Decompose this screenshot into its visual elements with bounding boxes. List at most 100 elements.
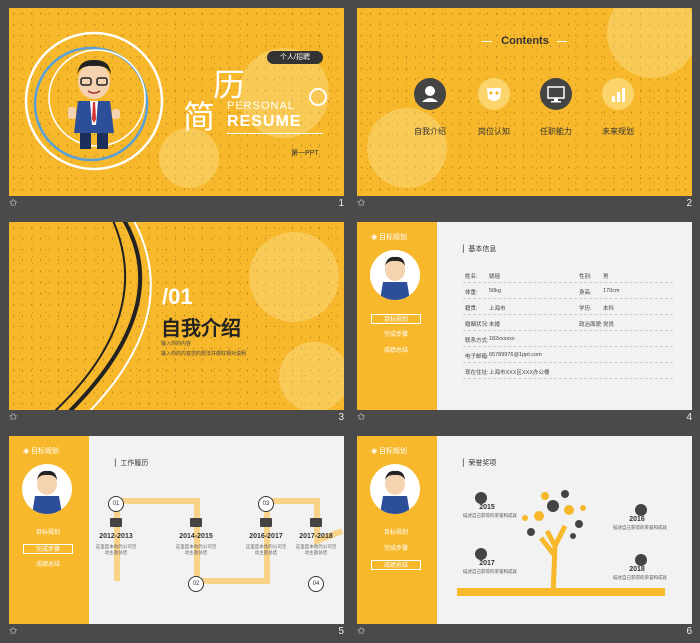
contents-item-2-circle[interactable]: [478, 78, 510, 110]
info-key: 性别:: [579, 274, 592, 280]
award-icon: [475, 548, 487, 560]
star-icon[interactable]: ✩: [357, 626, 365, 637]
section-heading: ▏工作履历: [115, 460, 149, 467]
contents-item-4-circle[interactable]: [602, 78, 634, 110]
info-value: 本科: [603, 306, 615, 312]
cartoon-man-icon: [68, 59, 120, 149]
background-bubble: [249, 232, 339, 322]
subtitle: 第一PPT: [291, 150, 319, 157]
step-text: 这里是本地的公司活动主题总结: [245, 544, 287, 555]
contents-title: Contents: [501, 35, 549, 47]
avatar: [370, 250, 420, 300]
sidebar-item-steps[interactable]: 完成步骤: [371, 544, 421, 554]
sidebar-item-summary[interactable]: 成绩总结: [23, 560, 73, 570]
sidebar: ◉ 目标规划 目标规划 完成步骤 成绩总结: [357, 436, 437, 624]
step-number-circle: 02: [188, 576, 204, 592]
info-key: 电子邮箱:: [465, 354, 489, 360]
sidebar-item-steps[interactable]: 完成步骤: [23, 544, 73, 554]
sidebar-title: ◉ 目标规划: [23, 448, 60, 455]
slide-5-thumbnail[interactable]: ◉ 目标规划 目标规划 完成步骤 成绩总结 ▏工作履历 01 2012-2013 这…: [9, 436, 344, 624]
info-value: 50kg: [489, 288, 501, 294]
star-icon[interactable]: ✩: [357, 412, 365, 423]
step-number-circle: 04: [308, 576, 324, 592]
slide-number: 5: [338, 626, 344, 637]
badge: 个人/招聘: [267, 51, 323, 64]
sidebar-item-summary[interactable]: 成绩总结: [371, 346, 421, 356]
sidebar-item-goal[interactable]: 目标规划: [23, 528, 73, 538]
award-icon: [635, 504, 647, 516]
user-icon: [422, 86, 438, 102]
star-icon[interactable]: ✩: [357, 198, 365, 209]
sidebar-item-summary[interactable]: 成绩总结: [371, 560, 421, 570]
info-value: 182xxxxxx: [489, 336, 515, 342]
title-rule-right: [557, 41, 567, 42]
step-year: 2012-2013: [99, 533, 133, 540]
info-key: 姓名:: [465, 274, 478, 280]
tree-icon: [522, 490, 586, 596]
star-icon[interactable]: ✩: [9, 626, 17, 637]
info-value: 姚瑶: [489, 274, 501, 280]
award-text: 描述自己获得的荣誉和成就: [463, 513, 517, 518]
arc-decoration: [54, 222, 152, 410]
info-key: 联系方式:: [465, 338, 489, 344]
title-english-1: PERSONAL: [227, 100, 295, 112]
info-value: 男: [603, 274, 609, 280]
slide-3-thumbnail[interactable]: /01 自我介绍 输入你的内容 输入你的内容您的想法并做好相对说明: [9, 222, 344, 410]
award-text: 描述自己获得的荣誉和成就: [463, 569, 517, 574]
avatar: [22, 464, 72, 514]
row-divider: [463, 346, 673, 347]
step-year: 2016-2017: [249, 533, 283, 540]
sidebar-item-steps[interactable]: 完成步骤: [371, 330, 421, 340]
contents-label-2[interactable]: 岗位认知: [469, 126, 519, 137]
contents-label-1[interactable]: 自我介绍: [405, 126, 455, 137]
cartoon-man-icon: [380, 256, 410, 300]
info-key: 学历:: [579, 306, 592, 312]
mask-icon: [487, 88, 501, 101]
slide-4-footer: ✩ 4: [357, 412, 692, 426]
cartoon-man-icon: [32, 470, 62, 514]
title-english-2: RESUME: [227, 113, 302, 130]
divider: [227, 133, 323, 134]
slide-5-footer: ✩ 5: [9, 626, 344, 640]
avatar: [370, 464, 420, 514]
contents-item-3-circle[interactable]: [540, 78, 572, 110]
info-key: 婚姻状况:: [465, 322, 489, 328]
slide-6-thumbnail[interactable]: ◉ 目标规划 目标规划 完成步骤 成绩总结 ▏荣誉奖项 2015 描述自己获得的荣…: [357, 436, 692, 624]
step-icon: [190, 518, 202, 527]
step-text: 这里是本地的公司活动主题总结: [295, 544, 337, 555]
star-icon[interactable]: ✩: [9, 412, 17, 423]
contents-label-4[interactable]: 未来规划: [593, 126, 643, 137]
info-key: 籍贯:: [465, 306, 478, 312]
contents-item-1-circle[interactable]: [414, 78, 446, 110]
sidebar-title: ◉ 目标规划: [371, 234, 408, 241]
slide-number: 4: [686, 412, 692, 423]
row-divider: [463, 362, 673, 363]
slide-1-thumbnail[interactable]: 个人/招聘 简 历 PERSONAL RESUME 第一PPT: [9, 8, 344, 196]
info-key: 体重:: [465, 290, 478, 296]
section-heading: ▏基本信息: [463, 246, 497, 253]
desc-line-2: 输入你的内容您的想法并做好相对说明: [161, 351, 247, 357]
circle-decoration: [309, 88, 327, 106]
info-value: 未婚: [489, 322, 501, 328]
row-divider: [463, 298, 673, 299]
sidebar: ◉ 目标规划 目标规划 完成步骤 成绩总结: [357, 222, 437, 410]
sidebar-item-goal[interactable]: 目标规划: [371, 314, 421, 324]
sidebar-item-goal[interactable]: 目标规划: [371, 528, 421, 538]
slide-2-footer: ✩ 2: [357, 198, 692, 212]
info-key: 身高:: [579, 290, 592, 296]
award-year: 2017: [479, 560, 495, 567]
slide-4-thumbnail[interactable]: ◉ 目标规划 目标规划 完成步骤 成绩总结 ▏基本信息 姓名: 姚瑶 性别: 男体重:…: [357, 222, 692, 410]
star-icon[interactable]: ✩: [9, 198, 17, 209]
row-divider: [463, 378, 673, 379]
step-year: 2014-2015: [179, 533, 213, 540]
step-number-circle: 03: [258, 496, 274, 512]
info-value: 党员: [603, 322, 615, 328]
row-divider: [463, 330, 673, 331]
step-text: 这里是本地的公司活动主题总结: [95, 544, 137, 555]
slide-number: 6: [686, 626, 692, 637]
contents-label-3[interactable]: 任职能力: [531, 126, 581, 137]
slide-2-thumbnail[interactable]: Contents 自我介绍 岗位认知 任职能力 未来规划: [357, 8, 692, 196]
bottom-bar: [457, 588, 665, 596]
step-icon: [310, 518, 322, 527]
award-year: 2018: [629, 566, 645, 573]
